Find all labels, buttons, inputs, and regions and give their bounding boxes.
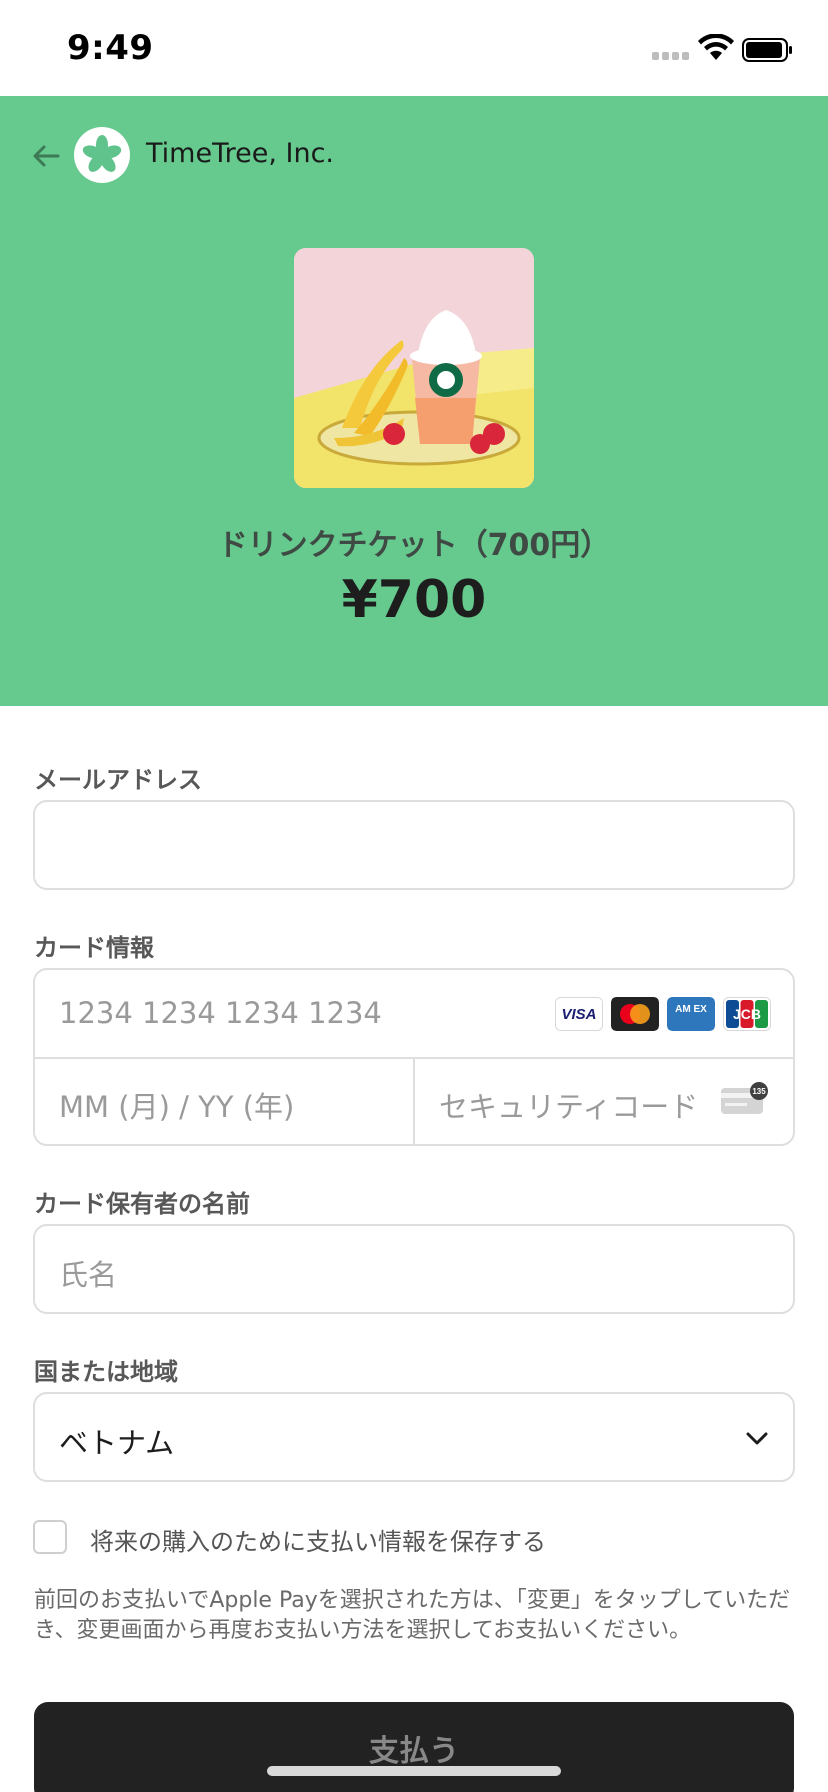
card-info-group: 1234 1234 1234 1234 VISA AM EX JCB MM (月… — [33, 968, 795, 1146]
country-select[interactable]: ベトナム — [33, 1392, 795, 1482]
country-label: 国または地域 — [34, 1358, 178, 1386]
apple-pay-notice: 前回のお支払いでApple Payを選択された方は、「変更」をタップしていただき… — [34, 1588, 791, 1643]
merchant-name: TimeTree, Inc. — [146, 138, 334, 169]
visa-icon: VISA — [555, 997, 603, 1031]
card-number-input[interactable]: 1234 1234 1234 1234 — [59, 996, 382, 1030]
cvc-badge-text: 135 — [752, 1087, 766, 1096]
product-title: ドリンクチケット（700円） — [217, 528, 611, 563]
cardholder-name-field[interactable]: 氏名 — [33, 1224, 795, 1314]
email-label: メールアドレス — [34, 766, 202, 794]
jcb-icon: JCB — [723, 997, 771, 1031]
security-code-input[interactable]: セキュリティコード — [439, 1084, 698, 1126]
card-info-label: カード情報 — [34, 934, 154, 962]
amex-icon: AM EX — [667, 997, 715, 1031]
battery-icon — [742, 38, 792, 62]
visa-text: VISA — [561, 1006, 596, 1023]
clover-logo-icon — [82, 135, 122, 172]
product-image — [294, 248, 534, 488]
status-time: 9:49 — [67, 28, 154, 68]
mastercard-icon — [611, 997, 659, 1031]
cellular-signal-icon — [652, 52, 692, 62]
expiry-input[interactable]: MM (月) / YY (年) — [59, 1084, 294, 1126]
product-header: TimeTree, Inc. ドリンクチケット（700円） ¥700 — [0, 96, 828, 706]
cvc-card-icon: 135 — [721, 1082, 768, 1114]
pay-button[interactable]: 支払う — [34, 1702, 794, 1792]
amex-text: AM EX — [675, 1004, 707, 1015]
pay-button-label: 支払う — [369, 1734, 459, 1769]
email-field[interactable] — [33, 800, 795, 890]
checkout-page: 9:49 TimeTree, Inc. ドリンクチケット（700円） ¥700 … — [0, 0, 828, 1792]
back-arrow-icon[interactable] — [30, 140, 62, 172]
card-brand-logos: VISA AM EX JCB — [555, 997, 775, 1031]
merchant-logo — [74, 127, 130, 183]
home-indicator — [267, 1766, 561, 1776]
cardholder-label: カード保有者の名前 — [34, 1190, 250, 1218]
jcb-text: JCB — [733, 1006, 761, 1022]
chevron-down-icon — [746, 1432, 768, 1445]
cardholder-placeholder: 氏名 — [59, 1258, 118, 1292]
save-info-checkbox[interactable] — [33, 1520, 67, 1554]
wifi-icon — [698, 34, 734, 60]
status-bar: 9:49 — [0, 0, 828, 96]
card-divider — [413, 1058, 415, 1144]
country-value: ベトナム — [59, 1426, 175, 1460]
save-info-label: 将来の購入のために支払い情報を保存する — [90, 1528, 546, 1556]
product-price: ¥700 — [341, 570, 487, 630]
